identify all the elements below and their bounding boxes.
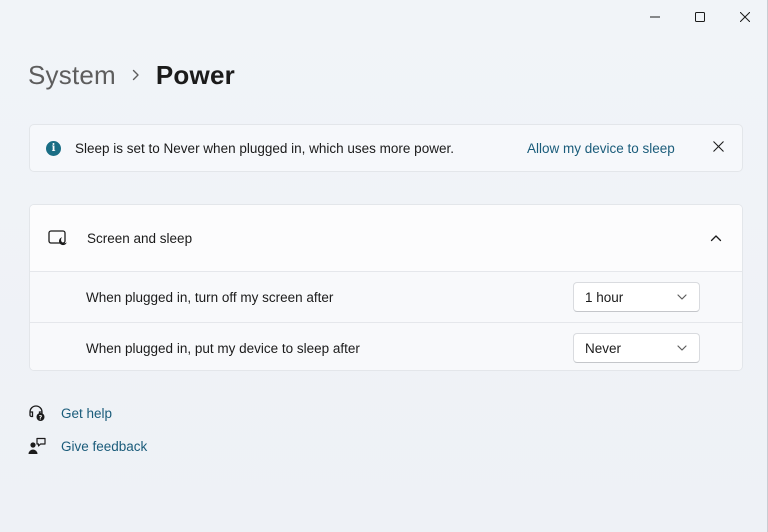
screen-and-sleep-title: Screen and sleep <box>87 230 193 246</box>
minimize-icon <box>649 12 660 22</box>
close-icon <box>739 12 750 22</box>
chevron-down-icon <box>677 345 687 351</box>
sleep-info-bar: i Sleep is set to Never when plugged in,… <box>29 124 743 172</box>
maximize-icon <box>694 12 705 22</box>
get-help-link[interactable]: ? Get help <box>28 401 147 425</box>
sleep-setting-row: When plugged in, put my device to sleep … <box>30 322 742 370</box>
feedback-icon <box>28 437 46 455</box>
screen-off-value: 1 hour <box>585 289 624 305</box>
info-message: Sleep is set to Never when plugged in, w… <box>75 140 454 156</box>
page-title: Power <box>155 59 235 90</box>
dismiss-info-button[interactable] <box>706 136 730 160</box>
close-button[interactable] <box>722 0 767 34</box>
help-icon: ? <box>28 404 46 422</box>
info-icon: i <box>46 140 61 156</box>
help-links: ? Get help Give feedback <box>28 401 147 467</box>
sleep-dropdown[interactable]: Never <box>573 333 700 363</box>
give-feedback-label: Give feedback <box>61 438 148 454</box>
breadcrumb-parent-system[interactable]: System <box>28 60 116 91</box>
svg-text:?: ? <box>39 414 43 421</box>
minimize-button[interactable] <box>632 0 677 34</box>
screen-off-label: When plugged in, turn off my screen afte… <box>86 289 334 305</box>
screen-and-sleep-header[interactable]: Screen and sleep <box>30 205 742 272</box>
give-feedback-link[interactable]: Give feedback <box>28 434 147 458</box>
screen-and-sleep-card: Screen and sleep When plugged in, turn o… <box>29 204 743 371</box>
get-help-label: Get help <box>61 405 113 421</box>
sleep-value: Never <box>585 340 622 356</box>
screen-off-dropdown[interactable]: 1 hour <box>573 282 700 312</box>
close-icon <box>712 139 724 157</box>
screen-off-setting-row: When plugged in, turn off my screen afte… <box>30 272 742 322</box>
chevron-down-icon <box>677 294 687 300</box>
title-bar-controls <box>632 0 767 34</box>
sleep-label: When plugged in, put my device to sleep … <box>86 340 360 356</box>
screen-sleep-icon <box>47 227 69 249</box>
chevron-up-icon <box>710 229 722 247</box>
settings-window: System Power i Sleep is set to Never whe… <box>0 0 768 532</box>
maximize-button[interactable] <box>677 0 722 34</box>
allow-device-sleep-link[interactable]: Allow my device to sleep <box>527 141 675 156</box>
collapse-button[interactable] <box>704 226 728 250</box>
breadcrumb: System Power <box>28 58 235 92</box>
chevron-right-icon <box>132 69 140 81</box>
